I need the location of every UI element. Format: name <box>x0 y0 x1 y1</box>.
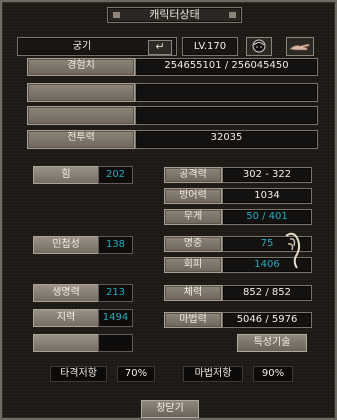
hand-button[interactable] <box>286 37 314 56</box>
level-box: LV.170 <box>182 37 238 56</box>
blank-bar-value-1 <box>135 83 318 102</box>
hand-icon <box>289 43 310 51</box>
evasion-label: 회피 <box>164 257 222 273</box>
accuracy-label: 명중 <box>164 236 222 252</box>
stat-blank-label <box>33 334 99 352</box>
character-name: 궁기 <box>72 41 92 52</box>
face-button[interactable] <box>246 37 272 56</box>
strike-resist-label: 타격저항 <box>50 366 107 382</box>
magic-resist-value: 90% <box>253 366 293 382</box>
stat-str-value: 202 <box>98 166 133 184</box>
skills-button[interactable]: 특성기술 <box>237 334 307 352</box>
window-title: 캐릭터상태 <box>107 7 242 23</box>
stat-int-label[interactable]: 지력 <box>33 309 99 327</box>
face-icon <box>252 39 266 53</box>
title-right-ornament <box>229 12 236 18</box>
weight-label: 무게 <box>164 209 222 225</box>
stat-con-label[interactable]: 생명력 <box>33 284 99 302</box>
enter-button[interactable]: ↵ <box>148 40 172 55</box>
exp-value: 254655101 / 256045450 <box>135 58 318 76</box>
attack-label: 공격력 <box>164 167 222 183</box>
hp-value: 852 / 852 <box>222 285 312 301</box>
enter-icon: ↵ <box>155 40 165 53</box>
defense-value: 1034 <box>222 188 312 204</box>
window-title-text: 캐릭터상태 <box>149 8 200 21</box>
claw-icon <box>285 232 301 269</box>
character-status-window: 캐릭터상태 궁기 ↵ LV.170 경험치 254655101 / 256045… <box>0 0 337 420</box>
stat-con-value: 213 <box>98 284 133 302</box>
stat-str-label[interactable]: 힘 <box>33 166 99 184</box>
close-button[interactable]: 창닫기 <box>141 400 199 418</box>
character-name-field[interactable]: 궁기 ↵ <box>17 37 177 56</box>
defense-label: 방어력 <box>164 188 222 204</box>
magic-resist-label: 마법저항 <box>183 366 243 382</box>
stat-agi-label[interactable]: 민첩성 <box>33 236 99 254</box>
combat-power-value: 32035 <box>135 130 318 149</box>
combat-power-label: 전투력 <box>27 130 135 149</box>
mp-value: 5046 / 5976 <box>222 312 312 328</box>
mp-label: 마법력 <box>164 312 222 328</box>
stat-blank-value <box>98 334 133 352</box>
hp-label: 체력 <box>164 285 222 301</box>
exp-label: 경험치 <box>27 58 135 76</box>
stat-int-value: 1494 <box>98 309 133 327</box>
blank-bar-label-2 <box>27 106 135 125</box>
title-left-ornament <box>113 12 120 18</box>
stat-agi-value: 138 <box>98 236 133 254</box>
weight-value: 50 / 401 <box>222 209 312 225</box>
attack-value: 302 - 322 <box>222 167 312 183</box>
strike-resist-value: 70% <box>117 366 155 382</box>
blank-bar-label-1 <box>27 83 135 102</box>
blank-bar-value-2 <box>135 106 318 125</box>
